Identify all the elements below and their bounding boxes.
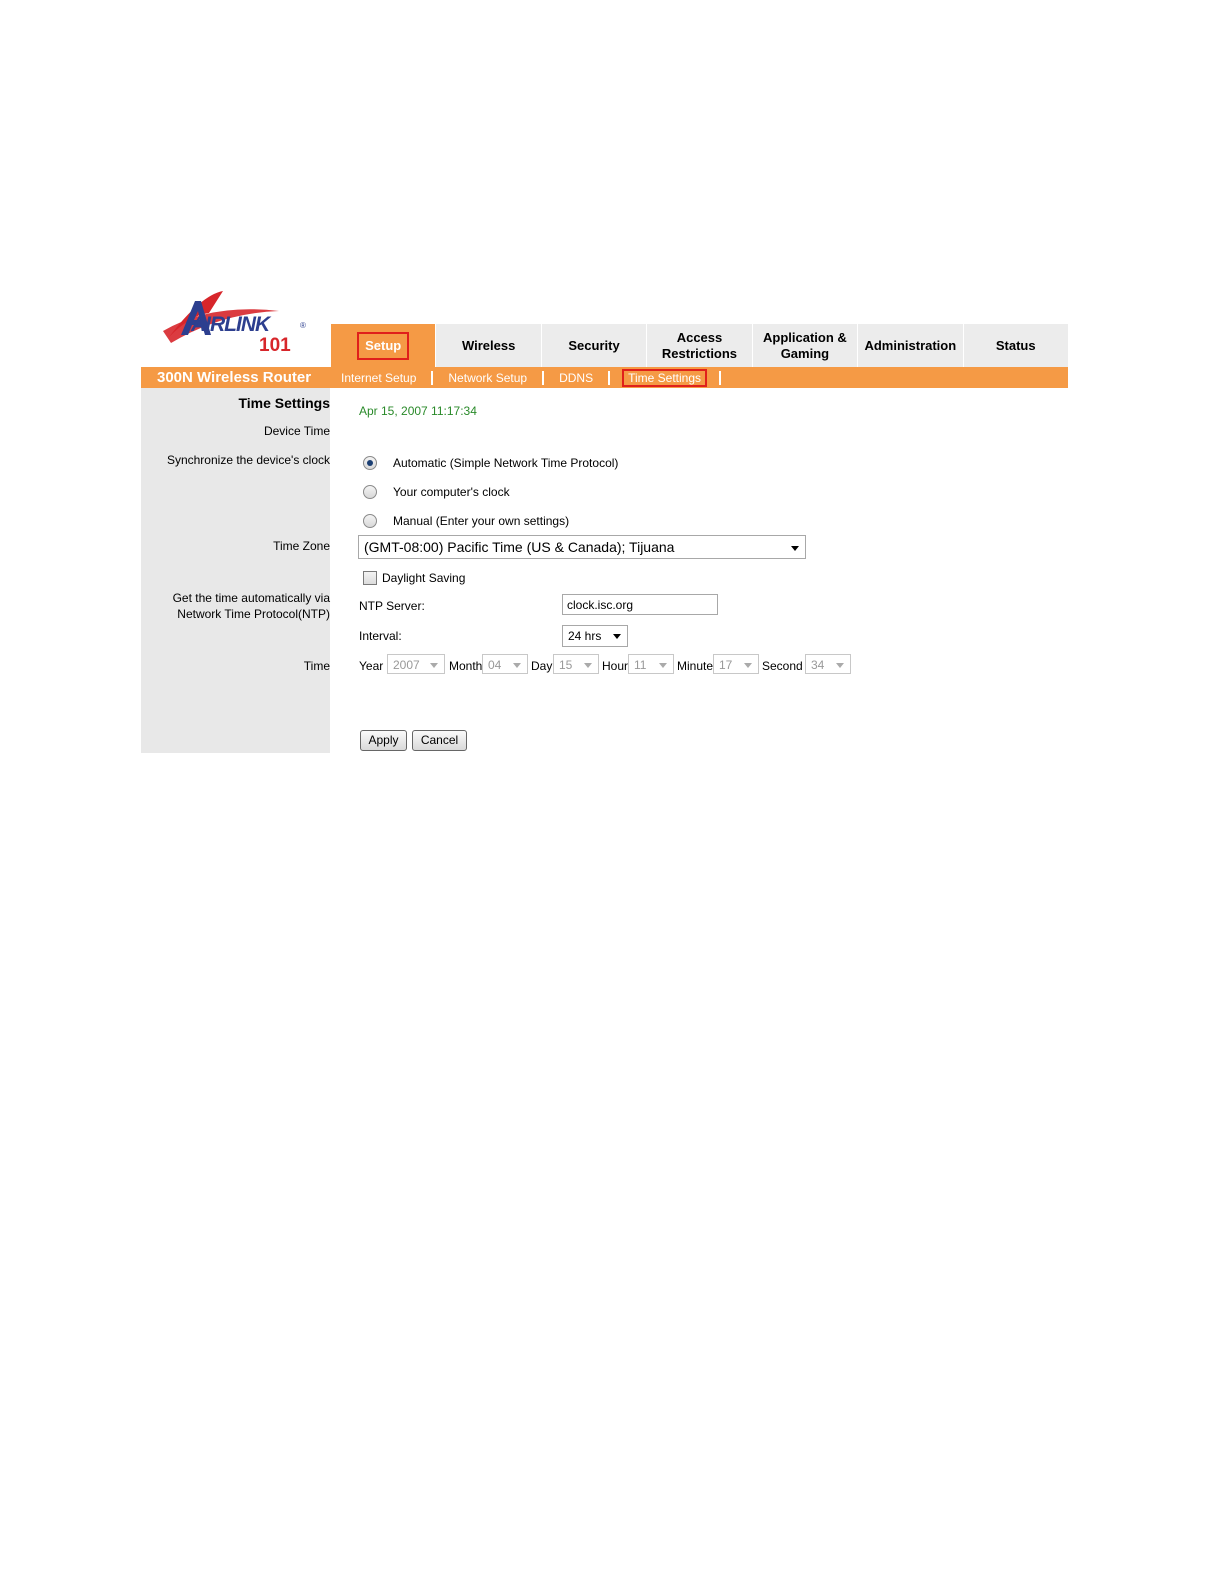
ntp-label-line2: Network Time Protocol(NTP) — [177, 607, 330, 621]
tab-application-gaming-label: Application & Gaming — [763, 330, 847, 362]
daylight-saving-label: Daylight Saving — [382, 571, 466, 585]
subnav-separator — [608, 371, 611, 385]
tab-application-gaming[interactable]: Application & Gaming — [751, 324, 858, 367]
chevron-down-icon — [513, 663, 521, 668]
tab-security[interactable]: Security — [540, 324, 647, 367]
subnav-separator — [431, 371, 434, 385]
time-zone-value: (GMT-08:00) Pacific Time (US & Canada); … — [364, 539, 675, 555]
tab-security-label: Security — [568, 337, 620, 353]
tab-wireless-label: Wireless — [461, 337, 516, 353]
sync-option-manual[interactable]: Manual (Enter your own settings) — [363, 514, 569, 528]
tab-status[interactable]: Status — [962, 324, 1068, 367]
day-value: 15 — [559, 658, 573, 672]
device-time-label: Device Time — [263, 424, 330, 438]
second-select[interactable]: 34 — [805, 654, 851, 674]
sync-option-automatic[interactable]: Automatic (Simple Network Time Protocol) — [363, 456, 618, 470]
radio-computer-clock[interactable] — [363, 485, 377, 499]
ntp-server-input[interactable]: clock.isc.org — [562, 594, 718, 615]
minute-select[interactable]: 17 — [713, 654, 759, 674]
chevron-down-icon — [584, 663, 592, 668]
subnav-internet-setup[interactable]: Internet Setup — [338, 371, 419, 385]
hour-label: Hour — [602, 659, 629, 673]
second-label: Second — [762, 659, 803, 673]
main-nav: Setup Wireless Security Access Restricti… — [330, 324, 1068, 367]
apply-button[interactable]: Apply — [360, 730, 407, 751]
day-select[interactable]: 15 — [553, 654, 599, 674]
interval-value: 24 hrs — [568, 629, 602, 643]
subnav-time-settings[interactable]: Time Settings — [622, 369, 708, 387]
tab-access-line1: Access — [676, 329, 723, 345]
sync-option-manual-label: Manual (Enter your own settings) — [393, 514, 570, 528]
tab-access-restrictions[interactable]: Access Restrictions — [646, 324, 752, 367]
minute-label: Minute — [677, 659, 714, 673]
logo-text: AIRLINK — [191, 313, 270, 336]
sync-option-computer[interactable]: Your computer's clock — [363, 485, 510, 499]
ntp-label-line1: Get the time automatically via — [172, 591, 330, 605]
hour-select[interactable]: 11 — [628, 654, 674, 674]
tab-setup-label: Setup — [357, 331, 410, 360]
logo-number: 101 — [259, 335, 291, 356]
year-select[interactable]: 2007 — [387, 654, 445, 674]
logo-registered: ® — [300, 321, 306, 330]
tab-access-restrictions-label: Access Restrictions — [662, 330, 737, 362]
radio-manual[interactable] — [363, 514, 377, 528]
tab-application-line2: Gaming — [780, 345, 830, 361]
sub-nav-bar: 300N Wireless Router Internet Setup Netw… — [141, 367, 1068, 388]
label-column: Time Settings Device Time Synchronize th… — [141, 388, 330, 753]
ntp-server-value: clock.isc.org — [567, 598, 634, 612]
tab-setup[interactable]: Setup — [330, 324, 436, 367]
subnav-ddns[interactable]: DDNS — [556, 371, 596, 385]
month-label: Month — [449, 659, 483, 673]
cancel-button[interactable]: Cancel — [412, 730, 467, 751]
year-label: Year — [359, 659, 384, 673]
tab-application-line1: Application & — [763, 329, 847, 345]
daylight-saving-row[interactable]: Daylight Saving — [363, 571, 465, 585]
year-value: 2007 — [393, 658, 420, 672]
chevron-down-icon — [791, 546, 799, 551]
subnav-separator — [542, 371, 545, 385]
hour-value: 11 — [634, 658, 647, 672]
airlink-logo: AIRLINK 101 ® — [161, 285, 311, 361]
product-name: 300N Wireless Router — [157, 369, 312, 386]
device-time-value: Apr 15, 2007 11:17:34 — [359, 404, 477, 418]
minute-value: 17 — [719, 658, 733, 672]
month-select[interactable]: 04 — [482, 654, 528, 674]
sync-option-automatic-label: Automatic (Simple Network Time Protocol) — [393, 456, 619, 470]
day-label: Day — [531, 659, 553, 673]
router-admin-window: AIRLINK 101 ® Setup Wireless Security Ac… — [141, 283, 1068, 753]
interval-select[interactable]: 24 hrs — [562, 625, 628, 647]
month-value: 04 — [488, 658, 502, 672]
ntp-server-label: NTP Server: — [359, 599, 425, 613]
second-value: 34 — [811, 658, 825, 672]
subnav-network-setup[interactable]: Network Setup — [445, 371, 530, 385]
tab-wireless[interactable]: Wireless — [435, 324, 541, 367]
daylight-saving-checkbox[interactable] — [363, 571, 377, 585]
subnav-separator — [719, 371, 722, 385]
settings-content: Apr 15, 2007 11:17:34 Automatic (Simple … — [330, 388, 1068, 753]
chevron-down-icon — [836, 663, 844, 668]
tab-administration-label: Administration — [864, 337, 957, 353]
time-zone-label: Time Zone — [273, 539, 330, 553]
sub-nav: Internet Setup Network Setup DDNS Time S… — [338, 369, 733, 387]
tab-access-line2: Restrictions — [661, 345, 738, 361]
sync-option-computer-label: Your computer's clock — [393, 485, 510, 499]
time-label: Time — [303, 659, 330, 673]
radio-automatic[interactable] — [363, 456, 377, 470]
tab-administration[interactable]: Administration — [857, 324, 963, 367]
chevron-down-icon — [430, 663, 438, 668]
interval-label: Interval: — [359, 629, 402, 643]
section-title: Time Settings — [238, 395, 330, 411]
tab-status-label: Status — [995, 337, 1036, 353]
sync-label: Synchronize the device's clock — [166, 453, 330, 467]
time-zone-select[interactable]: (GMT-08:00) Pacific Time (US & Canada); … — [358, 535, 806, 559]
chevron-down-icon — [659, 663, 667, 668]
chevron-down-icon — [613, 634, 621, 639]
chevron-down-icon — [744, 663, 752, 668]
